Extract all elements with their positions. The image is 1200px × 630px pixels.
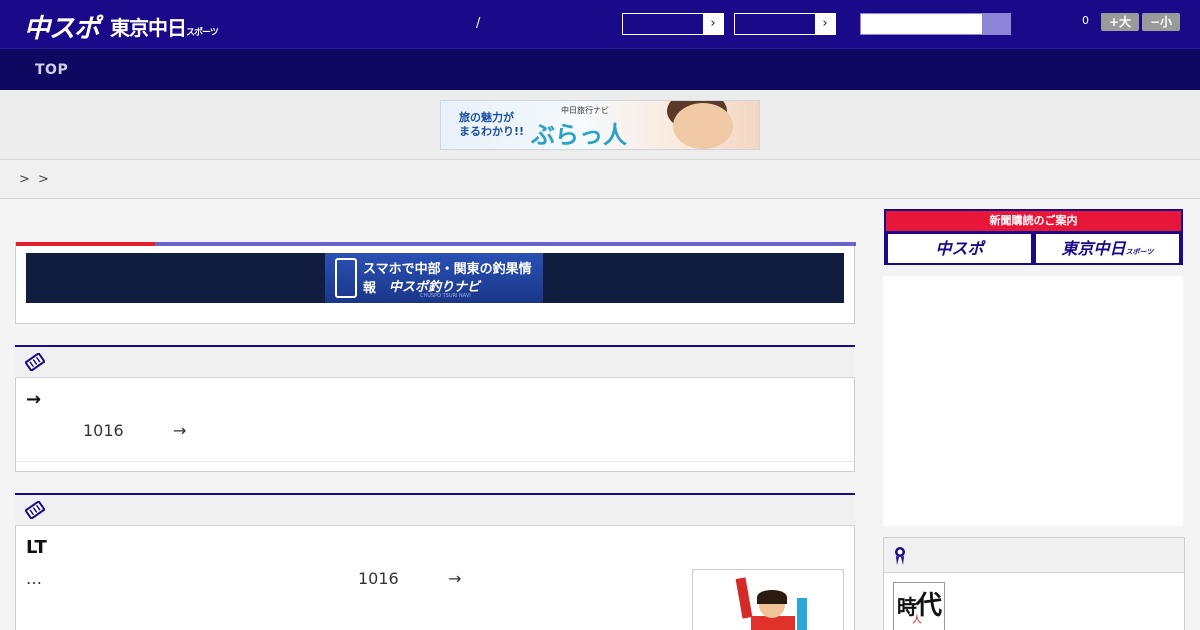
subscribe-tokyo-small: スポーツ [1125,248,1154,256]
article-more-link[interactable]: → [448,569,461,588]
banner-line3: CHUSPO TSURI NAVI [420,293,471,299]
ad-left-text: 旅の魅力が まるわかり!! [459,111,524,139]
fishing-navi-banner[interactable]: スマホで中部・関東の釣果情報 中スポ釣りナビ CHUSPO TSURI NAVI [26,253,844,303]
smartphone-icon [335,258,357,298]
fishing-navi-banner-inner: スマホで中部・関東の釣果情報 中スポ釣りナビ CHUSPO TSURI NAVI [325,253,543,303]
travel-navi-ad-banner[interactable]: 旅の魅力が まるわかり!! 中日旅行ナビ ぶらっ人 [440,100,760,150]
tokyo-chunichi-logo[interactable]: 東京中日スポーツ [110,12,219,41]
tokyo-chunichi-logo-small: スポーツ [186,28,219,38]
thumb-figure-body [751,616,795,630]
thumb-figure-hair [757,590,787,604]
region-select-1[interactable]: › [622,13,724,35]
tokyo-chunichi-logo-text: 東京中日 [110,16,187,40]
subscribe-chuspo-button[interactable]: 中スポ [888,234,1031,263]
breadcrumb-separator: > [38,172,49,187]
article-card: LT … 1016 → [15,493,855,630]
ad-left-line2: まるわかり!! [459,125,525,138]
font-smaller-button[interactable]: −小 [1142,13,1180,31]
thumb-figure-flag [797,598,807,630]
subscription-strip: 新聞購読のご案内 [886,211,1181,231]
header-slash: / [476,16,481,31]
subscribe-tokyo-button[interactable]: 東京中日スポーツ [1036,234,1179,263]
ad-band: 旅の魅力が まるわかり!! 中日旅行ナビ ぶらっ人 [0,90,1200,160]
article-more-link[interactable]: → [173,421,186,440]
nav-item-top[interactable]: TOP [35,62,68,78]
sidebar-feature-box: 時 代 人 [883,537,1185,630]
thumb-figure-arm [735,577,753,619]
card-divider [16,461,854,462]
card-accent-red [16,242,155,246]
chevron-right-icon[interactable]: › [815,14,835,34]
ticket-icon [25,501,45,519]
subscription-box: 新聞購読のご案内 中スポ 東京中日スポーツ [884,209,1183,265]
card-header [15,493,855,526]
card-accent-blue [155,242,856,246]
article-number: 1016 [83,421,124,440]
sidebar-box-header [884,538,1184,573]
search-button[interactable] [982,14,1010,34]
ad-main-text: ぶらっ人 [531,120,627,149]
ticket-icon [25,353,45,371]
global-nav: TOP [0,48,1200,90]
search-input[interactable] [860,13,1011,35]
site-header: 中スポ 東京中日スポーツ / › › 0 +大 −小 [0,0,1200,48]
chuspo-logo[interactable]: 中スポ [24,8,100,45]
feature-book-cover[interactable]: 時 代 人 [893,582,945,630]
article-title[interactable]: → [26,389,41,410]
font-size-counter: 0 [1082,14,1089,27]
ad-left-line1: 旅の魅力が [459,111,514,124]
sidebar-ad-slot[interactable] [883,276,1183,526]
subscribe-tokyo-text: 東京中日 [1061,239,1126,258]
card-header [15,345,855,378]
chevron-right-icon[interactable]: › [703,14,723,34]
font-larger-button[interactable]: +大 [1101,13,1139,31]
article-number: 1016 [358,569,399,588]
region-select-2[interactable]: › [734,13,836,35]
fishing-navi-card: スマホで中部・関東の釣果情報 中スポ釣りナビ CHUSPO TSURI NAVI [15,242,856,324]
article-thumbnail[interactable] [692,569,844,630]
medal-icon [895,547,905,565]
book-char-3: 人 [912,615,922,626]
article-excerpt: … [26,569,42,588]
breadcrumb-separator: > [19,172,30,187]
article-title[interactable]: LT [26,537,47,558]
article-card: → 1016 → [15,345,855,472]
breadcrumb: > > [0,161,1200,199]
ad-model-face [673,103,733,149]
